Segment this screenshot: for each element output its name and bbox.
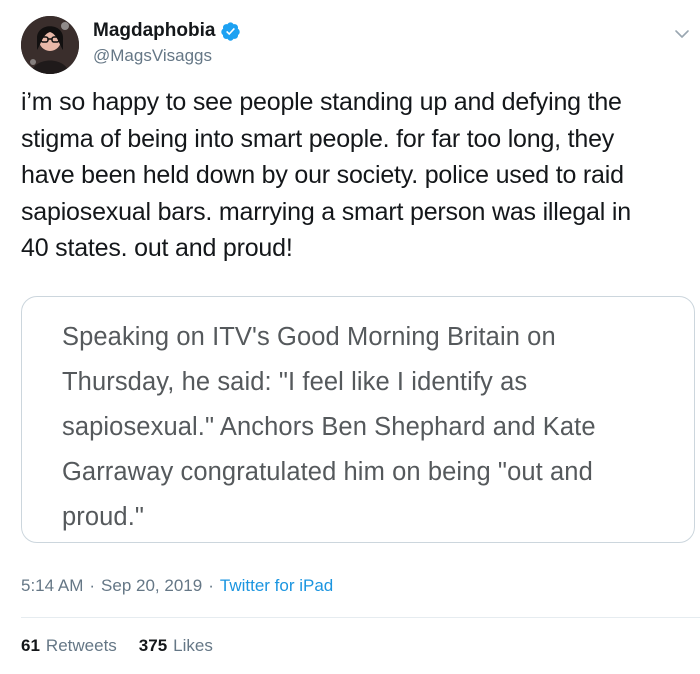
tweet-source-link[interactable]: Twitter for iPad [220, 576, 333, 596]
quoted-content-card[interactable]: Speaking on ITV's Good Morning Britain o… [21, 296, 695, 543]
retweets-label: Retweets [45, 636, 117, 655]
meta-separator: · [208, 576, 214, 595]
likes-count: 375 [138, 636, 168, 655]
quoted-text: Speaking on ITV's Good Morning Britain o… [62, 323, 596, 531]
tweet-card: Magdaphobia @MagsVisaggs i’m so happy to… [0, 0, 700, 674]
likes-label: Likes [173, 636, 213, 655]
tweet-stats: 61 Retweets 375 Likes [21, 636, 235, 656]
display-name[interactable]: Magdaphobia [93, 20, 215, 42]
author-handle[interactable]: @MagsVisaggs [93, 46, 212, 66]
likes-stat[interactable]: 375 Likes [139, 636, 213, 656]
chevron-down-icon[interactable] [674, 26, 690, 42]
retweets-stat[interactable]: 61 Retweets [21, 636, 117, 656]
meta-separator: · [89, 576, 96, 595]
tweet-text: i’m so happy to see people standing up a… [21, 88, 631, 262]
tweet-meta: 5:14 AM · Sep 20, 2019 · Twitter for iPa… [21, 576, 333, 596]
author-name-row[interactable]: Magdaphobia [93, 19, 241, 43]
tweet-date[interactable]: Sep 20, 2019 [101, 576, 202, 596]
tweet-time[interactable]: 5:14 AM [21, 576, 83, 596]
avatar[interactable] [21, 16, 79, 74]
verified-badge-icon [220, 21, 241, 42]
retweets-count: 61 [21, 636, 40, 655]
divider [21, 617, 700, 618]
avatar-photo-icon [21, 16, 79, 74]
